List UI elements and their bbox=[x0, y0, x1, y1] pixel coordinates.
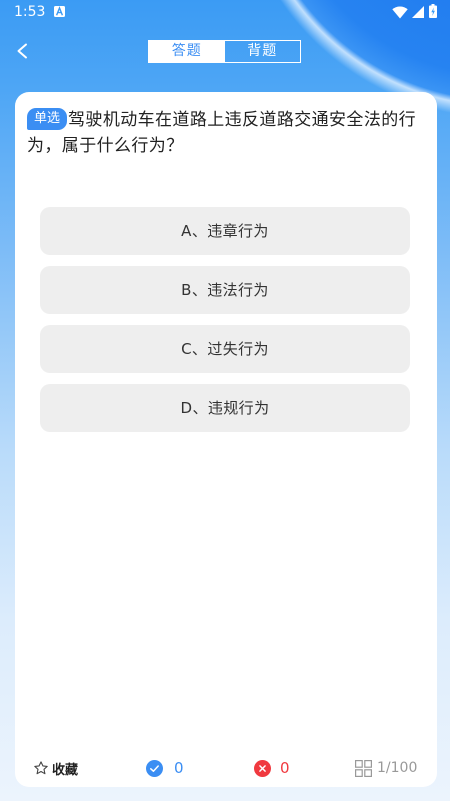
favorite-label: 收藏 bbox=[52, 762, 79, 778]
option-d[interactable]: D、违规行为 bbox=[40, 384, 410, 432]
question-type-badge: 单选 bbox=[27, 108, 68, 130]
option-b[interactable]: B、违法行为 bbox=[40, 266, 410, 314]
tab-review-mode[interactable]: 背题 bbox=[225, 41, 301, 62]
star-outline-icon bbox=[34, 761, 48, 775]
a-notification-icon bbox=[54, 6, 65, 17]
favorite-button[interactable]: 收藏 bbox=[34, 749, 78, 787]
status-time: 1:53 bbox=[14, 4, 46, 20]
question-card: 单选 驾驶机动车在道路上违反道路交通安全法的行为，属于什么行为？ A、违章行为 B… bbox=[15, 92, 437, 787]
battery-charging-icon bbox=[429, 4, 437, 18]
question-text: 驾驶机动车在道路上违反道路交通安全法的行为，属于什么行为？ bbox=[27, 110, 417, 156]
question-progress: 1/100 bbox=[377, 760, 418, 776]
wifi-icon bbox=[392, 5, 408, 19]
check-circle-icon bbox=[146, 759, 163, 777]
question-stem: 单选 驾驶机动车在道路上违反道路交通安全法的行为，属于什么行为？ bbox=[15, 92, 437, 159]
back-button[interactable] bbox=[12, 39, 34, 63]
wrong-count-indicator[interactable]: 0 bbox=[254, 749, 290, 787]
cell-signal-icon bbox=[412, 6, 424, 18]
option-a[interactable]: A、违章行为 bbox=[40, 207, 410, 255]
mode-segmented-control: 答题 背题 bbox=[148, 40, 301, 63]
x-circle-icon bbox=[254, 759, 271, 777]
correct-count: 0 bbox=[174, 759, 184, 777]
grid-icon bbox=[355, 759, 372, 777]
option-c[interactable]: C、过失行为 bbox=[40, 325, 410, 373]
wrong-count: 0 bbox=[280, 759, 290, 777]
app-screen: 1:53 答题 背题 单选 驾驶机动车在道路上违反道路交通安全法的行为，属于什么… bbox=[0, 0, 450, 801]
question-footer: 收藏 0 0 1/100 bbox=[15, 749, 437, 787]
answer-sheet-button[interactable]: 1/100 bbox=[355, 749, 417, 787]
tab-answer-mode[interactable]: 答题 bbox=[149, 41, 225, 62]
answer-options: A、违章行为 B、违法行为 C、过失行为 D、违规行为 bbox=[40, 207, 410, 443]
status-bar: 1:53 bbox=[0, 0, 450, 24]
correct-count-indicator[interactable]: 0 bbox=[146, 749, 184, 787]
